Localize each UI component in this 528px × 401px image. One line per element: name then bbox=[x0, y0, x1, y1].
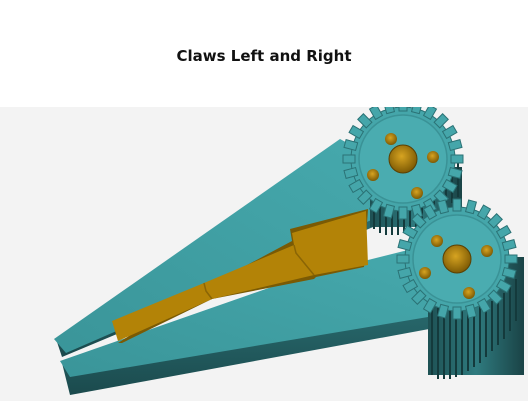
claw-model-render bbox=[54, 107, 524, 395]
document-page: Claws Left and Right bbox=[0, 0, 528, 401]
figure-title: Claws Left and Right bbox=[176, 47, 352, 65]
lower-spur-gear-icon bbox=[396, 198, 518, 320]
render-viewport bbox=[0, 107, 528, 401]
